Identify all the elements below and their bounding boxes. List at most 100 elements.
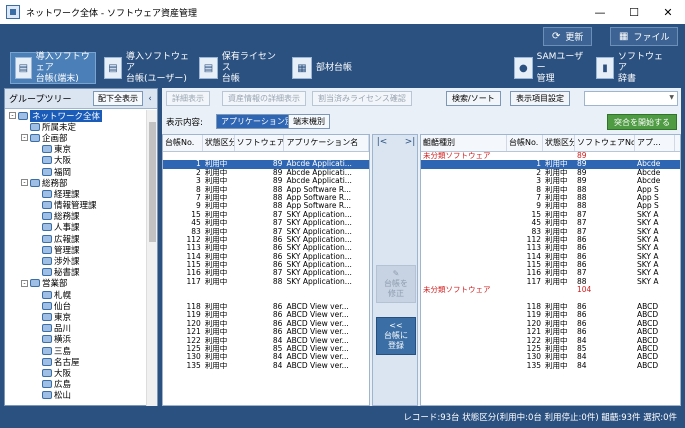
tree-toggle-icon[interactable]: - — [9, 112, 16, 120]
table-row[interactable] — [421, 295, 680, 303]
tree-node[interactable]: - 企画部 — [5, 132, 147, 144]
tree-node[interactable]: 広報課 — [5, 233, 147, 245]
table-row[interactable]: 113 利用中 86 SKY Application... — [163, 244, 369, 252]
col-software-no[interactable]: ソフトウェアNo. — [235, 135, 285, 151]
table-row[interactable]: 122 利用中 84 ABCD View ver... — [163, 337, 369, 345]
tree-node[interactable]: - 総務部 — [5, 177, 147, 189]
tree-node[interactable]: 人事課 — [5, 222, 147, 233]
table-row[interactable]: 未分類ソフトウェア 104 — [421, 286, 680, 294]
tree-node[interactable]: 大阪 — [5, 155, 147, 166]
tree-node[interactable]: 東京 — [5, 144, 147, 155]
search-sort-button[interactable]: 検索/ソート — [446, 91, 501, 106]
table-row[interactable]: 113 利用中 86 SKY A — [421, 244, 680, 252]
table-row[interactable]: 8 利用中 88 App Software R... — [163, 186, 369, 194]
tree-node[interactable]: 東京 — [5, 311, 147, 323]
col-status[interactable]: 状態区分 — [203, 135, 235, 151]
col-app-r[interactable]: アプ... — [635, 135, 675, 151]
table-row[interactable]: 83 利用中 87 SKY Application... — [163, 228, 369, 236]
table-row[interactable]: 116 利用中 87 SKY A — [421, 269, 680, 277]
tree-scrollbar[interactable] — [146, 110, 157, 406]
tree-node[interactable]: 福岡 — [5, 166, 147, 178]
tree-toggle-icon[interactable]: - — [21, 279, 28, 287]
col-software-no-r[interactable]: ソフトウェアNo. — [575, 135, 635, 151]
table-row[interactable]: 2 利用中 89 Abcde Applicati... — [163, 169, 369, 177]
tree-node[interactable]: - ネットワーク全体 — [5, 110, 147, 122]
table-row[interactable]: 115 利用中 86 SKY A — [421, 261, 680, 269]
table-row[interactable]: 112 利用中 86 SKY A — [421, 236, 680, 244]
table-row[interactable]: 7 利用中 88 App Software R... — [163, 194, 369, 202]
tree-node[interactable]: 秘書課 — [5, 267, 147, 278]
by-application-tab[interactable]: アプリケーション別 — [216, 114, 298, 129]
edit-ledger-button[interactable]: ✎ 台帳を 修正 — [376, 265, 416, 303]
nav-parts-button[interactable]: ▦ 部材台帳 — [288, 52, 358, 84]
table-row[interactable]: 9 利用中 88 App Software R... — [163, 202, 369, 210]
table-row[interactable]: 45 利用中 87 SKY Application... — [163, 219, 369, 227]
table-row[interactable]: 121 利用中 86 ABCD View ver... — [163, 328, 369, 336]
table-row[interactable] — [163, 152, 369, 160]
tree-node[interactable]: 広島 — [5, 379, 147, 390]
tree-toggle-icon[interactable]: - — [21, 134, 28, 142]
tree-node[interactable]: 所属未定 — [5, 121, 147, 133]
tree-node[interactable]: - 営業部 — [5, 278, 147, 289]
tree-node[interactable]: 総務課 — [5, 211, 147, 222]
table-row[interactable]: 未分類ソフトウェア 89 — [421, 152, 680, 160]
col-app-name[interactable]: アプリケーション名 — [284, 135, 369, 151]
table-row[interactable]: 118 利用中 86 ABCD — [421, 303, 680, 311]
filter-dropdown[interactable] — [584, 91, 678, 106]
display-settings-button[interactable]: 表示項目設定 — [510, 91, 570, 106]
col-ledger-no-r[interactable]: 台帳No. — [507, 135, 543, 151]
tree-node[interactable]: 名古屋 — [5, 356, 147, 368]
tree-node[interactable]: 松山 — [5, 390, 147, 401]
first-record-icon[interactable]: |< — [375, 137, 389, 151]
asset-detail-button[interactable]: 資産情報の詳細表示 — [222, 91, 306, 106]
table-row[interactable]: 15 利用中 87 SKY A — [421, 211, 680, 219]
table-row[interactable]: 3 利用中 89 Abcde Applicati... — [163, 177, 369, 185]
table-row[interactable]: 2 利用中 89 Abcde — [421, 169, 680, 177]
table-row[interactable]: 83 利用中 87 SKY A — [421, 228, 680, 236]
table-row[interactable]: 7 利用中 88 App S — [421, 194, 680, 202]
start-reconcile-button[interactable]: 突合を開始する — [607, 114, 677, 130]
table-row[interactable]: 125 利用中 85 ABCD View ver... — [163, 345, 369, 353]
tree-node[interactable]: 経理課 — [5, 188, 147, 200]
table-row[interactable]: 116 利用中 87 SKY Application... — [163, 269, 369, 277]
register-ledger-button[interactable]: << 台帳に 登録 — [376, 317, 416, 355]
assigned-license-button[interactable]: 割当済みライセンス確認 — [312, 91, 412, 106]
ledger-detail-button[interactable]: 詳細表示 — [166, 91, 210, 106]
table-row[interactable]: 114 利用中 86 SKY A — [421, 253, 680, 261]
table-row[interactable]: 15 利用中 87 SKY Application... — [163, 211, 369, 219]
refresh-button[interactable]: ⟳ 更新 — [543, 27, 593, 46]
minimize-button[interactable]: — — [583, 0, 617, 24]
tree-node[interactable]: 情報管理課 — [5, 200, 147, 211]
table-row[interactable]: 3 利用中 89 Abcde — [421, 177, 680, 185]
table-row[interactable]: 1 利用中 89 Abcde — [421, 160, 680, 169]
tree-scroll-thumb[interactable] — [149, 122, 156, 242]
close-button[interactable]: ✕ — [651, 0, 685, 24]
table-row[interactable]: 122 利用中 84 ABCD — [421, 337, 680, 345]
expand-all-button[interactable]: 配下全表示 — [93, 91, 143, 106]
table-row[interactable]: 125 利用中 85 ABCD — [421, 345, 680, 353]
tree-node[interactable]: 管理課 — [5, 244, 147, 256]
tree-node[interactable]: 大阪 — [5, 367, 147, 379]
table-row[interactable]: 9 利用中 88 App S — [421, 202, 680, 210]
nav-sam-user-button[interactable]: ● SAMユーザー 管理 — [510, 52, 588, 84]
tree-node[interactable]: 三島 — [5, 345, 147, 357]
nav-installed-user-button[interactable]: ▤ 導入ソフトウェア 台帳(ユーザー) — [100, 52, 190, 84]
tree-node[interactable]: 渉外課 — [5, 255, 147, 267]
table-row[interactable]: 121 利用中 86 ABCD — [421, 328, 680, 336]
table-row[interactable]: 135 利用中 84 ABCD — [421, 362, 680, 370]
table-row[interactable]: 117 利用中 88 SKY Application... — [163, 278, 369, 286]
table-row[interactable]: 135 利用中 84 ABCD View ver... — [163, 362, 369, 370]
table-row[interactable] — [163, 295, 369, 303]
tree-node[interactable]: 品川 — [5, 323, 147, 334]
table-row[interactable]: 119 利用中 86 ABCD View ver... — [163, 311, 369, 319]
table-row[interactable]: 120 利用中 86 ABCD — [421, 320, 680, 328]
col-discrepancy-type[interactable]: 齟齬種別 — [421, 135, 507, 151]
table-row[interactable]: 8 利用中 88 App S — [421, 186, 680, 194]
table-row[interactable]: 130 利用中 84 ABCD View ver... — [163, 353, 369, 361]
table-row[interactable] — [163, 286, 369, 294]
table-row[interactable]: 1 利用中 89 Abcde Applicati... — [163, 160, 369, 169]
collapse-pane-icon[interactable]: ‹ — [145, 91, 155, 106]
nav-dictionary-button[interactable]: ▮ ソフトウェア 辞書 — [592, 52, 666, 84]
table-row[interactable]: 118 利用中 86 ABCD View ver... — [163, 303, 369, 311]
table-row[interactable]: 130 利用中 84 ABCD — [421, 353, 680, 361]
